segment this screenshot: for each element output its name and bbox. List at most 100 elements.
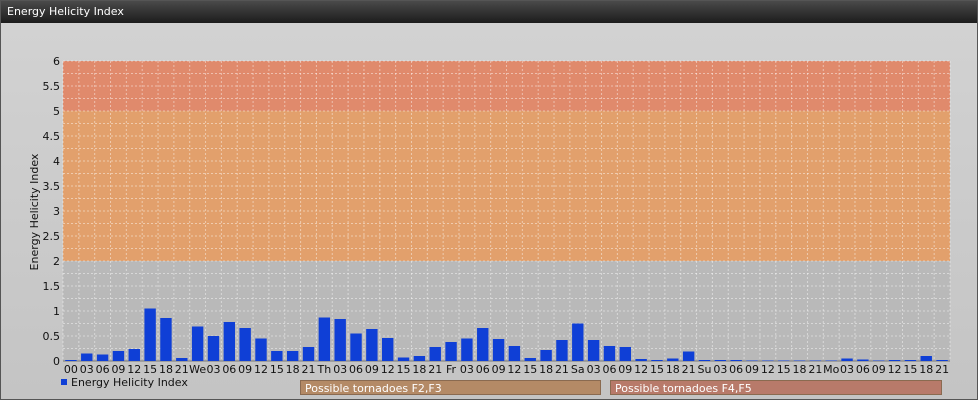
x-tick-label: 18 bbox=[919, 363, 933, 376]
x-tick-label: 21 bbox=[555, 363, 569, 376]
bar bbox=[191, 326, 204, 361]
bar bbox=[382, 338, 394, 361]
x-tick-label: 03 bbox=[840, 363, 854, 376]
y-tick-label: 0 bbox=[53, 355, 60, 368]
y-tick-label: 6 bbox=[53, 55, 60, 68]
bar bbox=[461, 338, 473, 361]
x-tick-label: 12 bbox=[381, 363, 395, 376]
bar bbox=[936, 360, 948, 361]
bar bbox=[682, 351, 695, 361]
bar bbox=[920, 356, 932, 361]
bar bbox=[318, 317, 331, 361]
y-tick-label: 3 bbox=[53, 205, 60, 218]
x-tick-label: 15 bbox=[523, 363, 537, 376]
x-tick-label: 12 bbox=[761, 363, 775, 376]
x-tick-label: 03 bbox=[587, 363, 601, 376]
bar bbox=[667, 358, 679, 361]
bar bbox=[271, 351, 283, 361]
x-tick-label: 12 bbox=[634, 363, 648, 376]
bar bbox=[477, 328, 489, 361]
x-tick-label: 03 bbox=[80, 363, 94, 376]
bar bbox=[302, 347, 315, 361]
bar bbox=[793, 360, 806, 361]
x-tick-label: 12 bbox=[127, 363, 141, 376]
x-tick-label: 03 bbox=[713, 363, 727, 376]
x-tick-label: 06 bbox=[476, 363, 490, 376]
x-tick-label: 21 bbox=[935, 363, 949, 376]
chart-window: Energy Helicity Index 0 0.5 1 1.5 2 2.5 3 3.5 4 4… bbox=[0, 0, 978, 400]
y-tick-label: 4.5 bbox=[43, 130, 61, 143]
x-tick-label: 21 bbox=[808, 363, 822, 376]
x-tick-label: 15 bbox=[270, 363, 284, 376]
bar bbox=[255, 338, 267, 361]
y-tick-label: 1 bbox=[53, 305, 60, 318]
x-tick-label: 18 bbox=[159, 363, 173, 376]
bar bbox=[81, 353, 93, 361]
x-axis-ticks: 00 03 06 09 12 15 18 21 We 03 06 09 12 15 18 21 Th 03 06 09… bbox=[64, 363, 949, 376]
bar bbox=[888, 360, 901, 361]
y-tick-label: 0.5 bbox=[43, 330, 61, 343]
bar bbox=[508, 346, 521, 361]
y-axis-ticks: 0 0.5 1 1.5 2 2.5 3 3.5 4 4.5 5 5.5 6 bbox=[43, 55, 61, 368]
bar bbox=[635, 359, 647, 361]
x-tick-label: 18 bbox=[666, 363, 680, 376]
bar bbox=[825, 360, 837, 361]
bar bbox=[429, 347, 441, 361]
x-tick-label: Sa bbox=[571, 363, 585, 376]
x-tick-label: Fr bbox=[446, 363, 457, 376]
bar bbox=[176, 358, 188, 361]
bar bbox=[112, 351, 125, 361]
x-tick-label: 15 bbox=[903, 363, 917, 376]
bar bbox=[841, 358, 853, 361]
bar bbox=[350, 333, 362, 361]
bar bbox=[904, 360, 917, 361]
y-tick-label: 4 bbox=[53, 155, 60, 168]
x-tick-label: 09 bbox=[618, 363, 632, 376]
y-tick-label: 1.5 bbox=[43, 280, 61, 293]
x-tick-label: 12 bbox=[507, 363, 521, 376]
bar bbox=[366, 329, 378, 361]
y-tick-label: 3.5 bbox=[43, 180, 61, 193]
bar bbox=[714, 360, 727, 361]
x-tick-label: 21 bbox=[175, 363, 189, 376]
y-axis-label: Energy Helicity Index bbox=[28, 153, 41, 270]
bar bbox=[777, 360, 790, 361]
x-tick-label: 06 bbox=[349, 363, 363, 376]
x-tick-label: 00 bbox=[64, 363, 78, 376]
bar bbox=[651, 360, 663, 361]
bar bbox=[730, 360, 742, 361]
y-tick-label: 5.5 bbox=[43, 80, 61, 93]
x-tick-label: 18 bbox=[793, 363, 807, 376]
bar bbox=[540, 350, 552, 361]
x-tick-label: 12 bbox=[888, 363, 902, 376]
bar bbox=[160, 318, 172, 361]
bar bbox=[524, 358, 536, 361]
legend: Energy Helicity Index bbox=[61, 376, 188, 389]
bar bbox=[144, 308, 156, 361]
bar bbox=[762, 360, 774, 361]
bar bbox=[239, 328, 251, 361]
x-tick-label: 03 bbox=[460, 363, 474, 376]
y-tick-label: 2 bbox=[53, 255, 60, 268]
bar bbox=[223, 322, 236, 361]
zone-label-f2-f3: Possible tornadoes F2,F3 bbox=[300, 380, 601, 395]
zone-label-f2-f3-text: Possible tornadoes F2,F3 bbox=[305, 382, 442, 395]
x-tick-label: 21 bbox=[428, 363, 442, 376]
x-tick-label: 15 bbox=[650, 363, 664, 376]
bar bbox=[207, 336, 220, 361]
x-tick-label: 09 bbox=[492, 363, 506, 376]
x-tick-label: Mo bbox=[823, 363, 839, 376]
y-tick-label: 5 bbox=[53, 105, 60, 118]
bar bbox=[556, 340, 568, 361]
x-tick-label: 18 bbox=[539, 363, 553, 376]
x-tick-label: 21 bbox=[682, 363, 696, 376]
bar bbox=[698, 360, 711, 361]
x-tick-label: Su bbox=[698, 363, 712, 376]
x-tick-label: 06 bbox=[222, 363, 236, 376]
x-tick-label: 18 bbox=[286, 363, 300, 376]
zone-label-f4-f5: Possible tornadoes F4,F5 bbox=[610, 380, 942, 395]
bar bbox=[746, 360, 758, 361]
x-tick-label: 09 bbox=[745, 363, 759, 376]
bar bbox=[286, 351, 299, 361]
x-tick-label: 18 bbox=[412, 363, 426, 376]
